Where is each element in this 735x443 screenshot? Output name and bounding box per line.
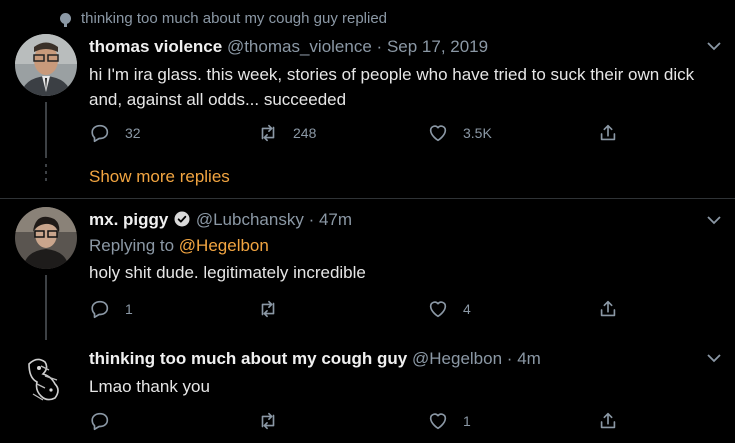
thread-line bbox=[45, 275, 47, 340]
reply-count: 32 bbox=[125, 125, 141, 141]
retweet-button[interactable] bbox=[257, 410, 293, 432]
replying-to-label: Replying to bbox=[89, 236, 175, 255]
display-name[interactable]: thomas violence bbox=[89, 37, 222, 56]
reply-icon bbox=[91, 124, 109, 143]
like-count: 1 bbox=[463, 413, 471, 429]
display-name[interactable]: thinking too much about my cough guy bbox=[89, 349, 407, 368]
tweet-date[interactable]: 4m bbox=[517, 349, 541, 368]
tweet-text: holy shit dude. legitimately incredible bbox=[89, 263, 366, 282]
reply-icon bbox=[91, 300, 109, 319]
share-button[interactable] bbox=[597, 410, 619, 432]
heart-icon bbox=[429, 301, 447, 318]
social-context-text: thinking too much about my cough guy rep… bbox=[81, 10, 388, 27]
show-more-replies-link[interactable]: Show more replies bbox=[89, 167, 230, 187]
reply-button[interactable]: 32 bbox=[89, 122, 141, 144]
tweet-text: Lmao thank you bbox=[89, 377, 210, 396]
like-button[interactable]: 4 bbox=[427, 298, 471, 320]
tweet-header: mx. piggy @Lubchansky · 47m bbox=[89, 210, 352, 230]
replying-to: Replying to @Hegelbon bbox=[89, 236, 269, 256]
retweet-button[interactable] bbox=[257, 298, 293, 320]
separator: · bbox=[506, 349, 513, 368]
thread-gap-dots bbox=[45, 164, 47, 186]
verified-badge-icon bbox=[174, 211, 190, 227]
retweet-icon bbox=[261, 300, 275, 318]
retweet-icon bbox=[261, 124, 275, 142]
user-handle[interactable]: @thomas_violence bbox=[227, 37, 372, 56]
reply-count: 1 bbox=[125, 301, 133, 317]
separator: · bbox=[308, 210, 315, 229]
like-count: 3.5K bbox=[463, 125, 492, 141]
retweet-icon bbox=[261, 412, 275, 430]
reply-button[interactable] bbox=[89, 410, 125, 432]
reply-context-icon bbox=[60, 13, 71, 27]
heart-icon bbox=[429, 125, 447, 142]
like-count: 4 bbox=[463, 301, 471, 317]
avatar-hegelbon-image bbox=[15, 346, 77, 408]
retweet-button[interactable]: 248 bbox=[257, 122, 316, 144]
tweet-text: hi I'm ira glass. this week, stories of … bbox=[89, 65, 695, 109]
like-button[interactable]: 3.5K bbox=[427, 122, 492, 144]
user-handle[interactable]: @Hegelbon bbox=[412, 349, 502, 368]
share-icon bbox=[600, 124, 616, 141]
tweet-date[interactable]: 47m bbox=[319, 210, 352, 229]
avatar-thomas-image bbox=[15, 34, 77, 96]
avatar[interactable] bbox=[15, 34, 77, 96]
display-name[interactable]: mx. piggy bbox=[89, 210, 168, 229]
replying-to-mention[interactable]: @Hegelbon bbox=[179, 236, 269, 255]
retweet-count: 248 bbox=[293, 125, 317, 141]
tweet-header: thinking too much about my cough guy @He… bbox=[89, 349, 541, 369]
chevron-down-icon[interactable] bbox=[706, 350, 722, 366]
avatar[interactable] bbox=[15, 207, 77, 269]
tweet-header: thomas violence @thomas_violence · Sep 1… bbox=[89, 37, 488, 57]
user-handle[interactable]: @Lubchansky bbox=[196, 210, 304, 229]
chevron-down-icon[interactable] bbox=[706, 38, 722, 54]
separator: · bbox=[376, 37, 383, 56]
avatar[interactable] bbox=[15, 346, 77, 408]
reply-button[interactable]: 1 bbox=[89, 298, 133, 320]
share-icon bbox=[600, 412, 616, 429]
reply-icon bbox=[91, 412, 109, 431]
heart-icon bbox=[429, 413, 447, 430]
share-button[interactable] bbox=[597, 122, 619, 144]
tweet-date[interactable]: Sep 17, 2019 bbox=[387, 37, 488, 56]
social-context[interactable]: thinking too much about my cough guy rep… bbox=[60, 10, 387, 27]
divider bbox=[0, 198, 735, 199]
like-button[interactable]: 1 bbox=[427, 410, 471, 432]
chevron-down-icon[interactable] bbox=[706, 212, 722, 228]
avatar-piggy-image bbox=[15, 207, 77, 269]
thread-line bbox=[45, 102, 47, 158]
share-icon bbox=[600, 300, 616, 317]
share-button[interactable] bbox=[597, 298, 619, 320]
